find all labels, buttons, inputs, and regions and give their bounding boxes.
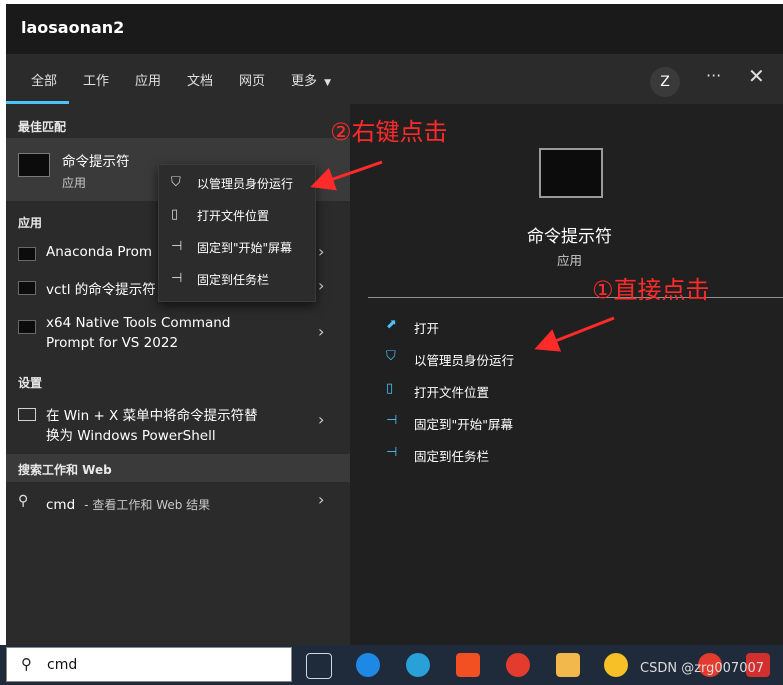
chrome-icon[interactable] xyxy=(506,653,530,677)
browser-icon[interactable] xyxy=(406,653,430,677)
file-explorer-icon[interactable] xyxy=(556,653,580,677)
edge-icon[interactable] xyxy=(356,653,380,677)
taskbar-search-box[interactable]: ⚲ cmd xyxy=(6,647,292,682)
store-icon[interactable] xyxy=(456,653,480,677)
arrow-to-run-as-admin xyxy=(534,316,615,352)
todo-icon[interactable] xyxy=(604,653,628,677)
taskbar: ⚲ cmd CSDN @zrg007007 xyxy=(0,645,783,685)
csdn-watermark: CSDN @zrg007007 xyxy=(640,661,765,676)
arrow-to-context-menu xyxy=(310,160,383,191)
search-icon: ⚲ xyxy=(21,655,32,673)
annotation-arrows xyxy=(310,160,615,352)
taskbar-search-input[interactable]: cmd xyxy=(47,657,77,673)
task-view-icon[interactable] xyxy=(306,653,332,679)
